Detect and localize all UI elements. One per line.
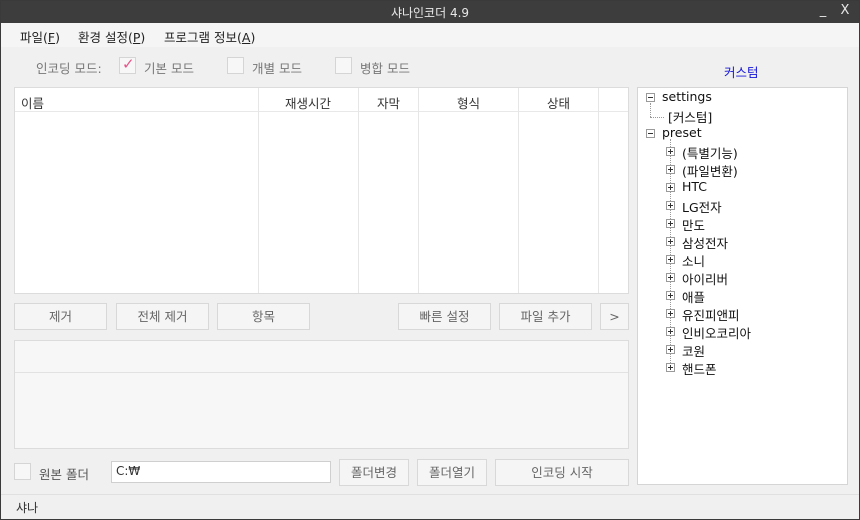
tree-node-preset-item[interactable]: (특별기능) bbox=[682, 143, 738, 162]
menu-bar: 파일(F) 환경 설정(P) 프로그램 정보(A) bbox=[1, 23, 859, 47]
tree-node-preset-item[interactable]: 소니 bbox=[682, 251, 705, 270]
quick-settings-button[interactable]: 빠른 설정 bbox=[398, 303, 491, 330]
expand-icon[interactable] bbox=[666, 219, 675, 228]
column-format[interactable] bbox=[419, 88, 519, 293]
column-header-format: 형식 bbox=[457, 96, 481, 111]
file-list[interactable]: 이름 재생시간 자막 형식 상태 bbox=[14, 87, 629, 294]
status-bar: 샤나 bbox=[1, 494, 859, 519]
individual-mode-checkbox[interactable] bbox=[227, 57, 244, 74]
column-subtitle[interactable] bbox=[359, 88, 419, 293]
column-status[interactable] bbox=[519, 88, 599, 293]
column-header-status: 상태 bbox=[547, 96, 571, 111]
column-header-subtitle: 자막 bbox=[377, 96, 401, 111]
minimize-button[interactable]: _ bbox=[813, 3, 833, 21]
encoding-mode-label: 인코딩 모드: bbox=[36, 61, 102, 76]
open-folder-button[interactable]: 폴더열기 bbox=[417, 459, 487, 486]
tree-node-preset-item[interactable]: 아이리버 bbox=[682, 269, 728, 288]
menu-about[interactable]: 프로그램 정보(A) bbox=[164, 27, 255, 46]
column-header-name: 이름 bbox=[21, 96, 45, 111]
change-folder-button[interactable]: 폴더변경 bbox=[339, 459, 409, 486]
expand-icon[interactable] bbox=[666, 327, 675, 336]
expand-icon[interactable] bbox=[666, 309, 675, 318]
start-encoding-button[interactable]: 인코딩 시작 bbox=[495, 459, 629, 486]
expand-icon[interactable] bbox=[666, 255, 675, 264]
remove-button[interactable]: 제거 bbox=[14, 303, 107, 330]
item-button[interactable]: 항목 bbox=[217, 303, 310, 330]
expand-icon[interactable] bbox=[666, 345, 675, 354]
tree-node-preset-item[interactable]: 인비오코리아 bbox=[682, 323, 751, 342]
tree-node-preset-item[interactable]: 핸드폰 bbox=[682, 359, 717, 378]
expand-icon[interactable] bbox=[666, 165, 675, 174]
remove-all-button[interactable]: 전체 제거 bbox=[116, 303, 209, 330]
collapse-icon[interactable] bbox=[646, 93, 655, 102]
tree-node-custom[interactable]: [커스텀] bbox=[668, 107, 712, 126]
preset-tree[interactable]: settings [커스텀] preset (특별기능) (파일변환) HTC … bbox=[637, 87, 848, 485]
info-panel-divider bbox=[15, 372, 628, 373]
menu-preferences[interactable]: 환경 설정(P) bbox=[78, 27, 145, 46]
expand-icon[interactable] bbox=[666, 183, 675, 192]
title-bar[interactable]: 샤나인코더 4.9 _ X bbox=[1, 1, 859, 23]
add-file-button[interactable]: 파일 추가 bbox=[499, 303, 592, 330]
tree-connector bbox=[650, 103, 651, 117]
individual-mode-label: 개별 모드 bbox=[252, 61, 302, 76]
merge-mode-label: 병합 모드 bbox=[360, 61, 410, 76]
tree-node-preset[interactable]: preset bbox=[662, 125, 702, 140]
source-folder-label: 원본 폴더 bbox=[39, 467, 89, 482]
basic-mode-label: 기본 모드 bbox=[144, 61, 194, 76]
tree-node-preset-item[interactable]: LG전자 bbox=[682, 197, 722, 216]
tree-node-preset-item[interactable]: HTC bbox=[682, 179, 707, 194]
window-title: 샤나인코더 4.9 bbox=[390, 6, 470, 20]
tree-node-preset-item[interactable]: 유진피앤피 bbox=[682, 305, 740, 324]
info-panel bbox=[14, 340, 629, 449]
expand-icon[interactable] bbox=[666, 147, 675, 156]
column-name[interactable] bbox=[15, 88, 259, 293]
tree-connector bbox=[650, 117, 664, 118]
column-duration[interactable] bbox=[259, 88, 359, 293]
close-button[interactable]: X bbox=[835, 3, 855, 21]
status-text: 샤나 bbox=[16, 501, 39, 515]
checkmark-icon: ✓ bbox=[122, 55, 135, 73]
source-folder-checkbox[interactable] bbox=[14, 463, 31, 480]
tree-node-preset-item[interactable]: 삼성전자 bbox=[682, 233, 728, 252]
merge-mode-checkbox[interactable] bbox=[335, 57, 352, 74]
output-path-input[interactable]: C:₩ bbox=[111, 461, 331, 483]
basic-mode-checkbox[interactable]: ✓ bbox=[119, 55, 136, 74]
tree-node-preset-item[interactable]: (파일변환) bbox=[682, 161, 738, 180]
custom-preset-link[interactable]: 커스텀 bbox=[724, 62, 759, 81]
app-window: 샤나인코더 4.9 _ X 파일(F) 환경 설정(P) 프로그램 정보(A) … bbox=[0, 0, 860, 520]
tree-node-preset-item[interactable]: 코원 bbox=[682, 341, 705, 360]
menu-file[interactable]: 파일(F) bbox=[20, 27, 60, 46]
more-button[interactable]: > bbox=[600, 303, 629, 330]
tree-node-preset-item[interactable]: 만도 bbox=[682, 215, 705, 234]
expand-icon[interactable] bbox=[666, 291, 675, 300]
expand-icon[interactable] bbox=[666, 273, 675, 282]
expand-icon[interactable] bbox=[666, 237, 675, 246]
collapse-icon[interactable] bbox=[646, 129, 655, 138]
tree-node-settings[interactable]: settings bbox=[662, 89, 712, 104]
expand-icon[interactable] bbox=[666, 201, 675, 210]
tree-node-preset-item[interactable]: 애플 bbox=[682, 287, 705, 306]
expand-icon[interactable] bbox=[666, 363, 675, 372]
column-header-duration: 재생시간 bbox=[285, 96, 332, 111]
